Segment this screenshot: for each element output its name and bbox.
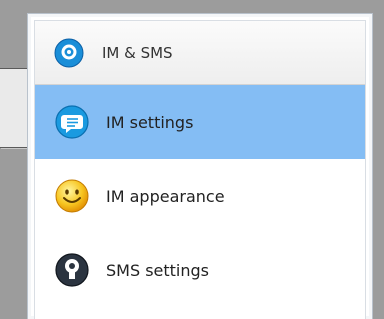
- im-sms-icon: [54, 38, 84, 68]
- nav-item-im-settings[interactable]: IM settings: [35, 85, 365, 159]
- nav-item-im-appearance[interactable]: IM appearance: [35, 159, 365, 233]
- nav-item-sms-settings[interactable]: SMS settings: [35, 233, 365, 307]
- nav-item-label: IM appearance: [106, 186, 225, 206]
- settings-nav-panel: IM & SMS IM settings IM appearance SMS s…: [27, 13, 373, 319]
- nav-item-label: IM settings: [106, 112, 194, 132]
- section-header-im-sms[interactable]: IM & SMS: [35, 21, 365, 85]
- section-header-label: IM & SMS: [102, 43, 173, 62]
- chat-bubble-icon: [54, 104, 90, 140]
- nav-item-label: SMS settings: [106, 260, 210, 280]
- smiley-icon: [54, 178, 90, 214]
- settings-nav-list: IM & SMS IM settings IM appearance SMS s…: [34, 20, 366, 319]
- sms-phone-icon: [54, 252, 90, 288]
